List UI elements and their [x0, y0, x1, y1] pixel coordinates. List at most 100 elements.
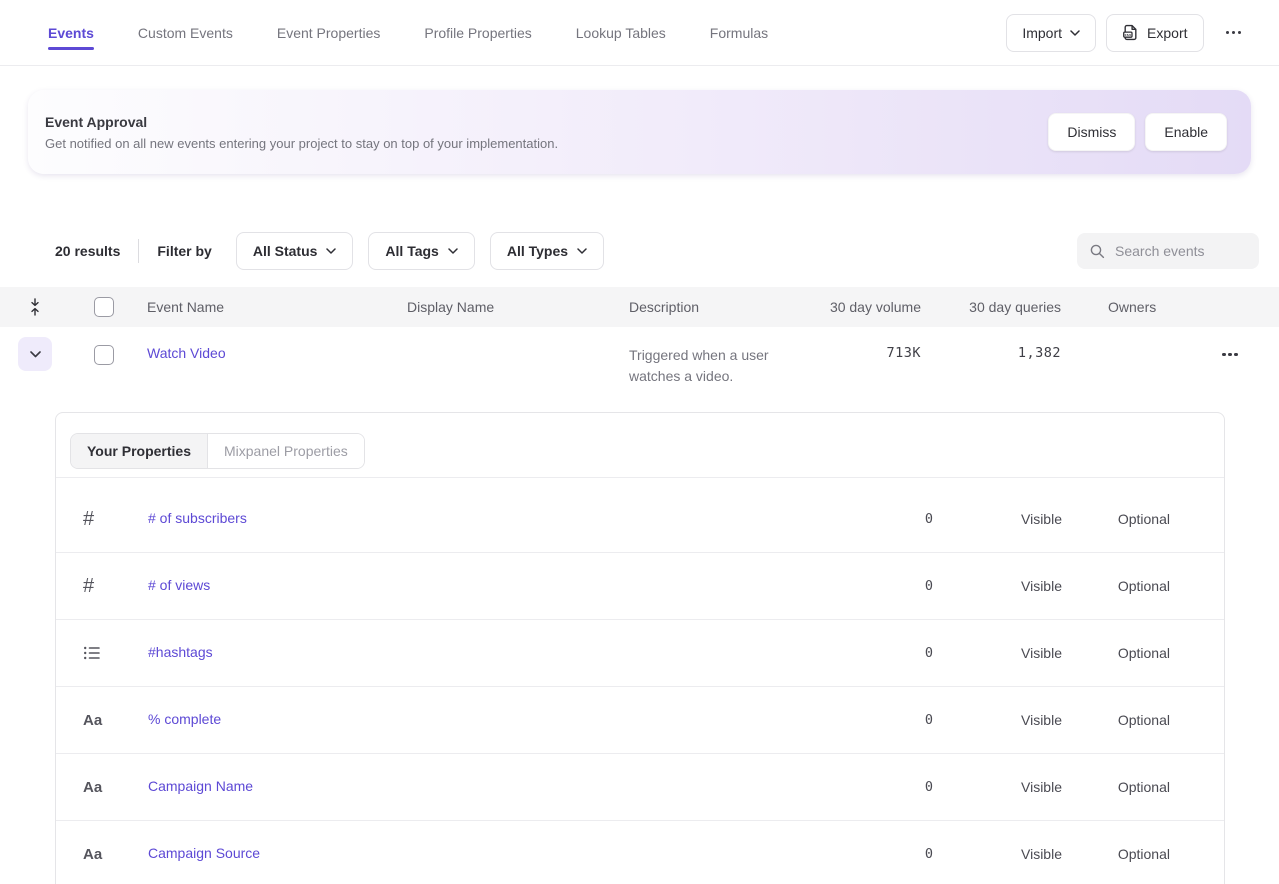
divider — [138, 239, 139, 263]
export-label: Export — [1147, 25, 1187, 41]
tab-custom-events[interactable]: Custom Events — [138, 0, 233, 65]
property-row: Aa Campaign Source 0 Visible Optional — [56, 821, 1224, 884]
filter-bar: 20 results Filter by All Status All Tags… — [0, 232, 1279, 270]
status-filter-dropdown[interactable]: All Status — [236, 232, 354, 270]
column-30-day-volume: 30 day volume — [811, 299, 921, 315]
tags-filter-dropdown[interactable]: All Tags — [368, 232, 474, 270]
property-visibility: Visible — [933, 846, 1062, 862]
tab-mixpanel-properties[interactable]: Mixpanel Properties — [208, 434, 364, 468]
status-filter-label: All Status — [253, 243, 318, 259]
banner-title: Event Approval — [45, 114, 558, 130]
property-name-link[interactable]: Campaign Source — [148, 845, 260, 861]
volume-cell: 713K — [811, 327, 921, 361]
property-value: 0 — [833, 846, 933, 862]
top-nav: Events Custom Events Event Properties Pr… — [0, 0, 1279, 66]
banner-description: Get notified on all new events entering … — [45, 136, 558, 151]
properties-list: # # of subscribers 0 Visible Optional # … — [56, 478, 1224, 884]
lexicon-page: Events Custom Events Event Properties Pr… — [0, 0, 1279, 884]
text-type-icon: Aa — [83, 779, 102, 796]
property-value: 0 — [833, 511, 933, 527]
property-requirement: Optional — [1062, 645, 1170, 661]
chevron-down-icon — [577, 248, 587, 254]
property-requirement: Optional — [1062, 779, 1170, 795]
queries-cell: 1,382 — [921, 327, 1061, 361]
chevron-down-icon — [448, 248, 458, 254]
column-description: Description — [619, 299, 811, 315]
property-row: # # of subscribers 0 Visible Optional — [56, 486, 1224, 553]
property-visibility: Visible — [933, 712, 1062, 728]
collapse-all-button[interactable] — [0, 298, 70, 316]
banner-text: Event Approval Get notified on all new e… — [45, 114, 558, 151]
property-name-link[interactable]: % complete — [148, 711, 221, 727]
search-icon — [1089, 243, 1106, 260]
more-menu-button[interactable] — [1214, 14, 1254, 52]
display-name-cell — [397, 327, 619, 345]
tab-event-properties[interactable]: Event Properties — [277, 0, 381, 65]
text-type-icon: Aa — [83, 712, 102, 729]
chevron-down-icon — [326, 248, 336, 254]
svg-text:csv: csv — [1124, 32, 1132, 37]
property-requirement: Optional — [1062, 712, 1170, 728]
tab-profile-properties[interactable]: Profile Properties — [424, 0, 531, 65]
table-header: Event Name Display Name Description 30 d… — [0, 287, 1279, 327]
types-filter-dropdown[interactable]: All Types — [490, 232, 604, 270]
property-row: Aa Campaign Name 0 Visible Optional — [56, 754, 1224, 821]
export-button[interactable]: csv Export — [1106, 14, 1203, 52]
table-row: Watch Video Triggered when a user watche… — [0, 327, 1279, 402]
number-type-icon: # — [83, 575, 94, 598]
properties-panel: Your Properties Mixpanel Properties # # … — [55, 412, 1225, 884]
row-checkbox[interactable] — [94, 345, 114, 365]
text-type-icon: Aa — [83, 846, 102, 863]
tab-lookup-tables[interactable]: Lookup Tables — [576, 0, 666, 65]
property-value: 0 — [833, 712, 933, 728]
chevron-down-icon — [1070, 30, 1080, 36]
property-visibility: Visible — [933, 511, 1062, 527]
property-name-link[interactable]: Campaign Name — [148, 778, 253, 794]
select-all-checkbox[interactable] — [94, 297, 114, 317]
property-requirement: Optional — [1062, 578, 1170, 594]
enable-button[interactable]: Enable — [1145, 113, 1227, 151]
property-visibility: Visible — [933, 645, 1062, 661]
event-approval-banner: Event Approval Get notified on all new e… — [28, 90, 1251, 174]
column-30-day-queries: 30 day queries — [921, 299, 1061, 315]
more-icon — [1222, 27, 1246, 39]
property-row: # # of views 0 Visible Optional — [56, 553, 1224, 620]
column-owners: Owners — [1061, 299, 1181, 315]
nav-actions: Import csv Export — [1006, 14, 1253, 52]
property-name-link[interactable]: #hashtags — [148, 644, 213, 660]
list-type-icon — [83, 645, 101, 661]
property-value: 0 — [833, 578, 933, 594]
property-name-link[interactable]: # of subscribers — [148, 510, 247, 526]
property-row: #hashtags 0 Visible Optional — [56, 620, 1224, 687]
tab-formulas[interactable]: Formulas — [710, 0, 768, 65]
property-requirement: Optional — [1062, 511, 1170, 527]
property-visibility: Visible — [933, 578, 1062, 594]
tab-events[interactable]: Events — [48, 0, 94, 65]
dismiss-button[interactable]: Dismiss — [1048, 113, 1135, 151]
tab-your-properties[interactable]: Your Properties — [71, 434, 208, 468]
row-more-icon[interactable] — [1218, 349, 1242, 361]
filter-by-label: Filter by — [157, 243, 211, 259]
import-button[interactable]: Import — [1006, 14, 1096, 52]
property-value: 0 — [833, 645, 933, 661]
search-box — [1077, 233, 1259, 269]
nav-tabs: Events Custom Events Event Properties Pr… — [48, 0, 768, 65]
column-event-name: Event Name — [137, 299, 397, 315]
property-requirement: Optional — [1062, 846, 1170, 862]
description-cell: Triggered when a user watches a video. — [619, 327, 811, 387]
property-name-link[interactable]: # of views — [148, 577, 210, 593]
owners-cell — [1061, 327, 1181, 345]
tags-filter-label: All Tags — [385, 243, 438, 259]
properties-tabs-row: Your Properties Mixpanel Properties — [56, 413, 1224, 478]
event-name-link[interactable]: Watch Video — [147, 345, 226, 361]
property-value: 0 — [833, 779, 933, 795]
banner-actions: Dismiss Enable — [1048, 113, 1227, 151]
number-type-icon: # — [83, 508, 94, 531]
property-visibility: Visible — [933, 779, 1062, 795]
types-filter-label: All Types — [507, 243, 568, 259]
search-input[interactable] — [1115, 243, 1245, 259]
row-expand-button[interactable] — [18, 337, 52, 371]
property-row: Aa % complete 0 Visible Optional — [56, 687, 1224, 754]
properties-tab-control: Your Properties Mixpanel Properties — [70, 433, 365, 469]
import-label: Import — [1022, 25, 1062, 41]
